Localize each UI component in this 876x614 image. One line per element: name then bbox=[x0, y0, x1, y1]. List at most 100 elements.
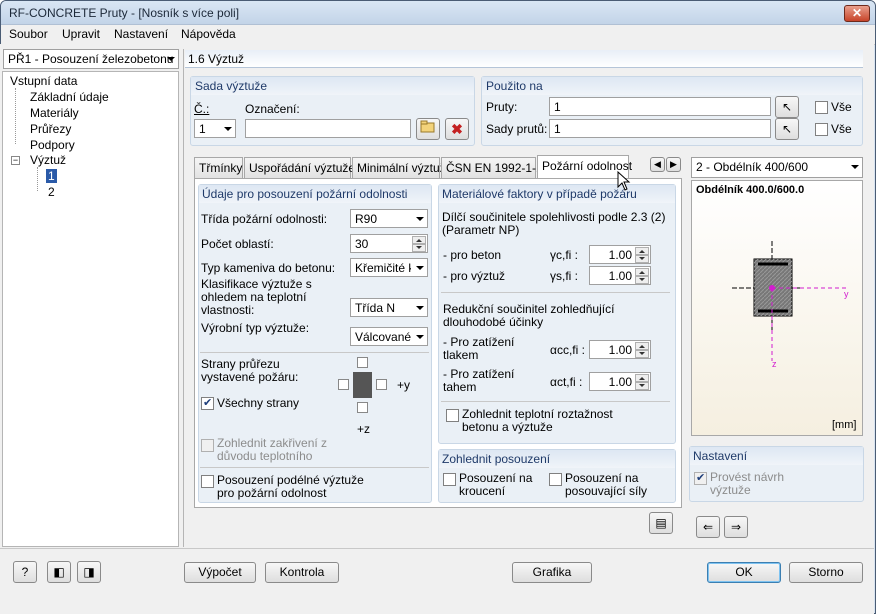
storno-button[interactable]: Storno bbox=[789, 562, 863, 583]
import-icon: ⇐ bbox=[702, 520, 714, 534]
tab-scroll-left[interactable]: ◀ bbox=[650, 157, 665, 172]
vse-pruty-checkbox[interactable] bbox=[815, 101, 828, 114]
tab-trminky[interactable]: Třmínky bbox=[194, 157, 243, 178]
redukcni-label: Redukční součinitel zohledňující dlouhod… bbox=[443, 302, 615, 329]
trida-label: Třída požární odolnosti: bbox=[201, 212, 328, 226]
tree-item-zakladni[interactable]: Základní údaje bbox=[30, 90, 109, 104]
pocet-spinner[interactable]: 30 bbox=[350, 234, 428, 253]
sady-input[interactable]: 1 bbox=[549, 119, 771, 138]
trida-select[interactable]: R90 bbox=[350, 209, 428, 228]
roztaznost-checkbox[interactable] bbox=[446, 409, 459, 422]
podelne-checkbox[interactable] bbox=[201, 475, 214, 488]
tab-csn[interactable]: ČSN EN 1992-1-1 bbox=[441, 157, 543, 178]
select-members-button[interactable]: ↖ bbox=[775, 96, 799, 118]
pick-cursor-icon: ↖ bbox=[781, 100, 793, 114]
grafika-button[interactable]: Grafika bbox=[512, 562, 592, 583]
tree-root[interactable]: Vstupní data bbox=[10, 74, 77, 88]
beton-spinner[interactable]: 1.00 bbox=[589, 245, 651, 264]
tab-usporadani[interactable]: Uspořádání výztuže bbox=[244, 157, 355, 178]
pruty-label: Pruty: bbox=[486, 100, 518, 114]
new-set-button[interactable] bbox=[416, 118, 440, 140]
ok-button[interactable]: OK bbox=[707, 562, 781, 583]
zakriveni-checkbox[interactable] bbox=[201, 439, 214, 452]
cross-section-select[interactable]: 2 - Obdélník 400/600 bbox=[691, 157, 863, 178]
collapse-icon[interactable]: − bbox=[11, 156, 20, 165]
kamenivo-label: Typ kameniva do betonu: bbox=[201, 261, 336, 275]
prev-button[interactable]: ◧ bbox=[47, 561, 71, 583]
vse-sady-checkbox[interactable] bbox=[815, 123, 828, 136]
oznaceni-input[interactable] bbox=[245, 119, 411, 138]
tree-item-podpory[interactable]: Podpory bbox=[30, 138, 75, 152]
vyrobni-label: Výrobní typ výztuže: bbox=[201, 321, 310, 335]
tlak-spinner[interactable]: 1.00 bbox=[589, 340, 651, 359]
settings-icon: ▤ bbox=[655, 516, 667, 530]
tree-item-set-1[interactable]: 1 bbox=[46, 169, 57, 183]
mat-head: Materiálové faktory v případě požáru bbox=[439, 185, 675, 203]
close-button[interactable]: ✕ bbox=[844, 5, 870, 22]
back-icon: ◧ bbox=[53, 565, 65, 579]
export-button[interactable]: ⇒ bbox=[724, 516, 748, 538]
side-left-box[interactable] bbox=[338, 379, 349, 390]
defaults-button[interactable]: ▤ bbox=[649, 512, 673, 534]
tab-pozarni[interactable]: Požární odolnost bbox=[537, 155, 632, 179]
vyztuz-label: - pro výztuž bbox=[443, 269, 506, 283]
sada-head: Sada výztuže bbox=[191, 77, 474, 95]
krouceni-label: Posouzení na kroucení bbox=[459, 471, 533, 498]
klasif-value: Třída N bbox=[355, 301, 396, 315]
trida-value: R90 bbox=[355, 212, 378, 226]
select-member-sets-button[interactable]: ↖ bbox=[775, 118, 799, 140]
side-bottom-box[interactable] bbox=[357, 402, 368, 413]
menu-napoveda[interactable]: Nápověda bbox=[181, 27, 236, 41]
delete-set-button[interactable]: ✖ bbox=[445, 118, 469, 140]
next-button[interactable]: ◨ bbox=[77, 561, 101, 583]
tree-item-vyztuz[interactable]: Výztuž bbox=[30, 153, 66, 167]
pruty-input[interactable]: 1 bbox=[549, 97, 771, 116]
tree-item-materialy[interactable]: Materiály bbox=[30, 106, 79, 120]
c-label: Č.: bbox=[194, 102, 210, 116]
forward-icon: ◨ bbox=[83, 565, 95, 579]
case-combo[interactable]: PŘ1 - Posouzení železobetonu bbox=[3, 49, 179, 69]
vse-sady-label: Vše bbox=[831, 122, 852, 136]
tah-symbol: αct,fi : bbox=[550, 375, 583, 389]
menu-soubor[interactable]: Soubor bbox=[9, 27, 48, 41]
oznaceni-label: Označení: bbox=[245, 102, 300, 116]
unit-label: [mm] bbox=[832, 419, 857, 431]
vypocet-button[interactable]: Výpočet bbox=[184, 562, 256, 583]
tah-spinner[interactable]: 1.00 bbox=[589, 372, 651, 391]
delete-icon: ✖ bbox=[451, 121, 463, 137]
pocet-label: Počet oblastí: bbox=[201, 237, 274, 251]
vyztuz-value: 1.00 bbox=[608, 269, 632, 283]
tree-item-set-2[interactable]: 2 bbox=[48, 185, 55, 199]
menu-nastaveni[interactable]: Nastavení bbox=[114, 27, 168, 41]
tah-label: - Pro zatížení tahem bbox=[443, 367, 515, 394]
tree-item-prurezy[interactable]: Průřezy bbox=[30, 122, 71, 136]
help-button[interactable]: ? bbox=[13, 561, 37, 583]
pouzito-head: Použito na bbox=[482, 77, 862, 95]
vyztuz-spinner[interactable]: 1.00 bbox=[589, 266, 651, 285]
beton-value: 1.00 bbox=[608, 248, 632, 262]
zakriveni-label: Zohlednit zakřivení z důvodu teplotního bbox=[217, 436, 328, 463]
axis-y-label: y bbox=[844, 289, 849, 299]
menu-upravit[interactable]: Upravit bbox=[62, 27, 100, 41]
plus-y-label: +y bbox=[397, 378, 411, 392]
klasif-select[interactable]: Třída N bbox=[350, 298, 428, 317]
smyk-checkbox[interactable] bbox=[549, 473, 562, 486]
tlak-label: - Pro zatížení tlakem bbox=[443, 335, 515, 362]
kamenivo-select[interactable]: Křemičité k bbox=[350, 258, 428, 277]
kontrola-button[interactable]: Kontrola bbox=[265, 562, 339, 583]
side-top-box[interactable] bbox=[357, 357, 368, 368]
vyztuz-symbol: γs,fi : bbox=[550, 269, 579, 283]
krouceni-checkbox[interactable] bbox=[443, 473, 456, 486]
tab-minimalni[interactable]: Minimální výztuž bbox=[352, 157, 446, 178]
vyrobni-select[interactable]: Válcované bbox=[350, 327, 428, 346]
tlak-symbol: αcc,fi : bbox=[550, 343, 585, 357]
axis-z-label: z bbox=[772, 359, 777, 369]
vse-pruty-label: Vše bbox=[831, 100, 852, 114]
import-button[interactable]: ⇐ bbox=[696, 516, 720, 538]
section-drawing bbox=[732, 241, 847, 361]
navrh-checkbox[interactable] bbox=[694, 471, 707, 485]
side-right-box[interactable] bbox=[376, 379, 387, 390]
tab-scroll-right[interactable]: ▶ bbox=[666, 157, 681, 172]
vsechny-strany-checkbox[interactable] bbox=[201, 396, 214, 410]
set-number-select[interactable]: 1 bbox=[194, 119, 236, 138]
